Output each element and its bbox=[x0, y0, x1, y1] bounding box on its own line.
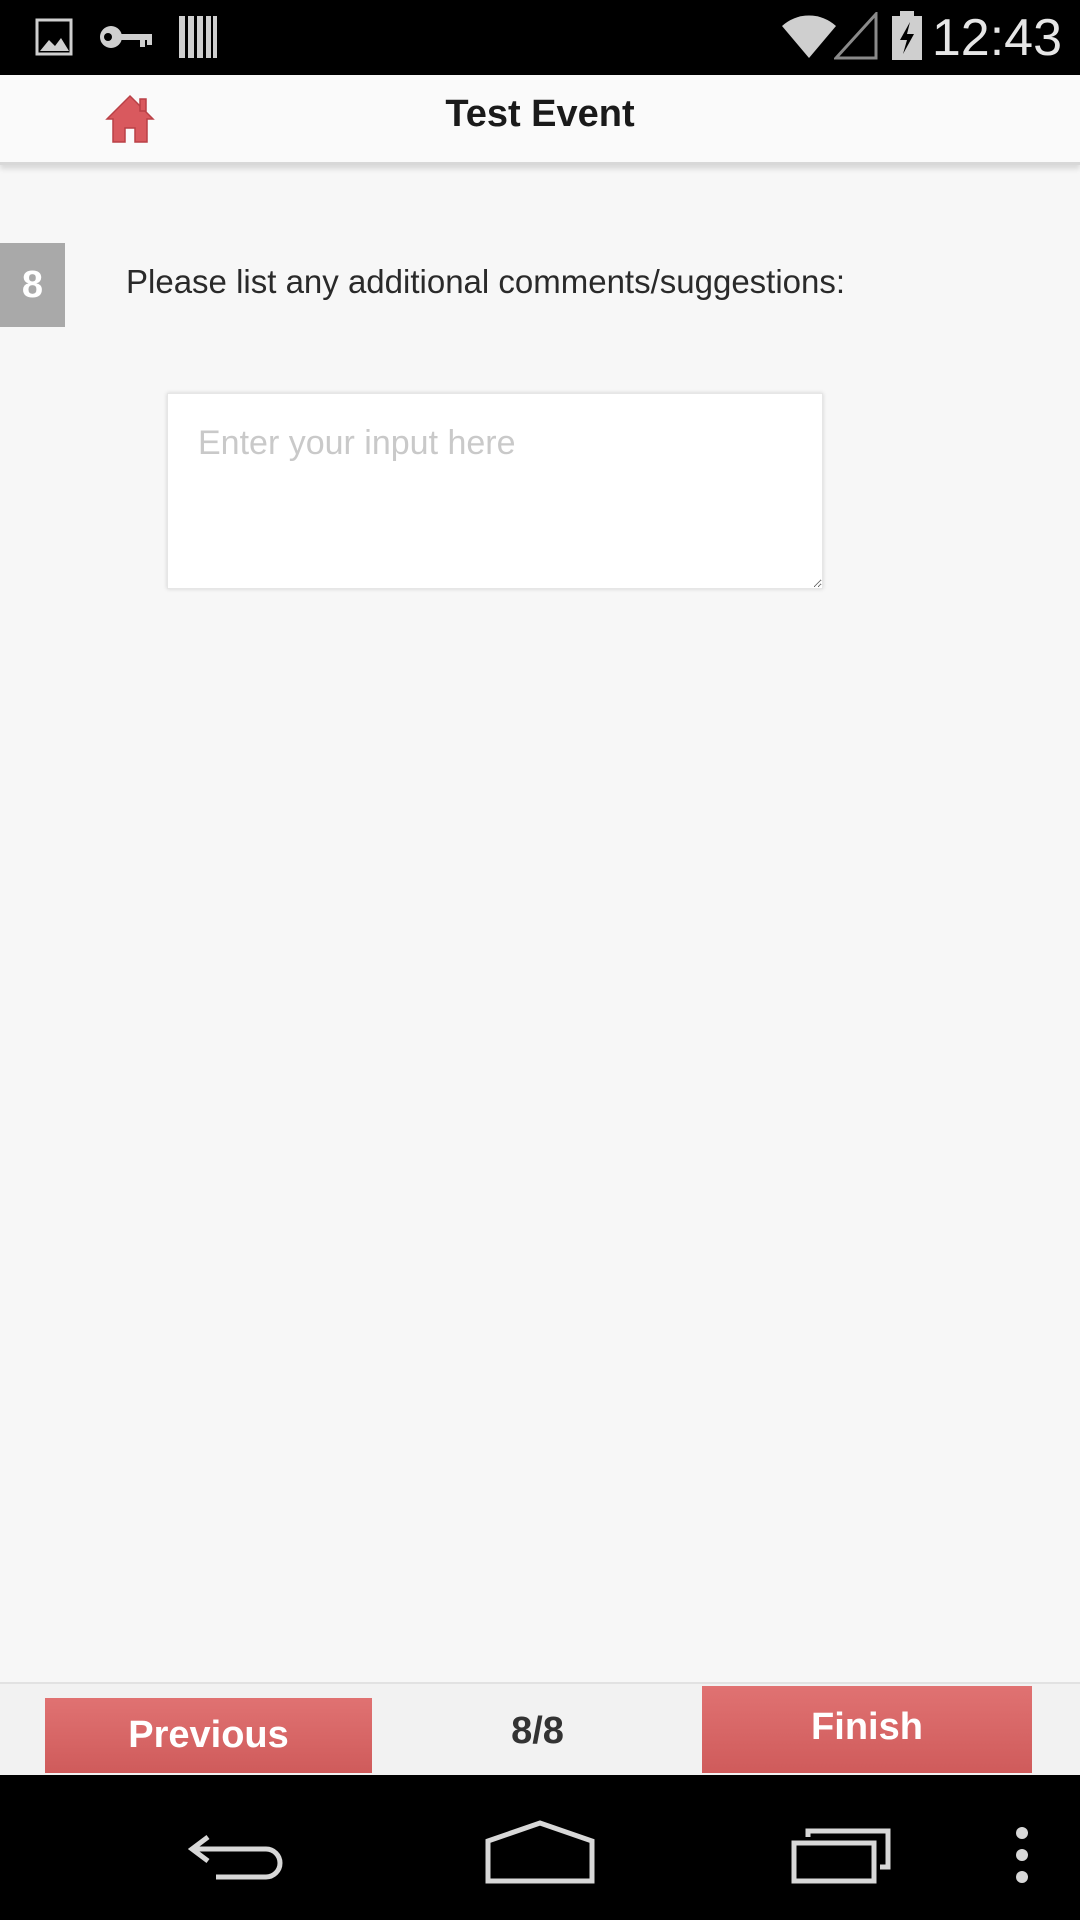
clock: 12:43 bbox=[931, 9, 1062, 67]
wifi-icon bbox=[782, 15, 836, 58]
back-icon[interactable] bbox=[188, 1827, 292, 1883]
app-header: Test Event bbox=[0, 75, 1080, 165]
overflow-menu-icon[interactable] bbox=[1010, 1825, 1034, 1885]
page-title: Test Event bbox=[445, 93, 635, 135]
status-bar: 12:43 bbox=[0, 0, 1080, 75]
recents-icon[interactable] bbox=[790, 1825, 894, 1885]
system-nav-bar bbox=[0, 1775, 1080, 1920]
signal-icon bbox=[834, 12, 878, 60]
footer-navigation: Previous 8/8 Finish bbox=[0, 1682, 1080, 1775]
finish-button[interactable]: Finish bbox=[702, 1686, 1032, 1773]
key-icon bbox=[100, 26, 152, 48]
question-number-badge: 8 bbox=[0, 243, 65, 327]
barcode-icon bbox=[179, 16, 217, 58]
comments-input[interactable] bbox=[167, 393, 823, 589]
image-icon bbox=[35, 18, 73, 56]
app-screen: Test Event 8 Please list any additional … bbox=[0, 75, 1080, 1775]
page-indicator: 8/8 bbox=[511, 1710, 564, 1752]
battery-charging-icon bbox=[892, 11, 922, 60]
question-text: Please list any additional comments/sugg… bbox=[126, 263, 846, 300]
previous-button[interactable]: Previous bbox=[45, 1698, 372, 1773]
home-nav-icon[interactable] bbox=[484, 1819, 596, 1885]
